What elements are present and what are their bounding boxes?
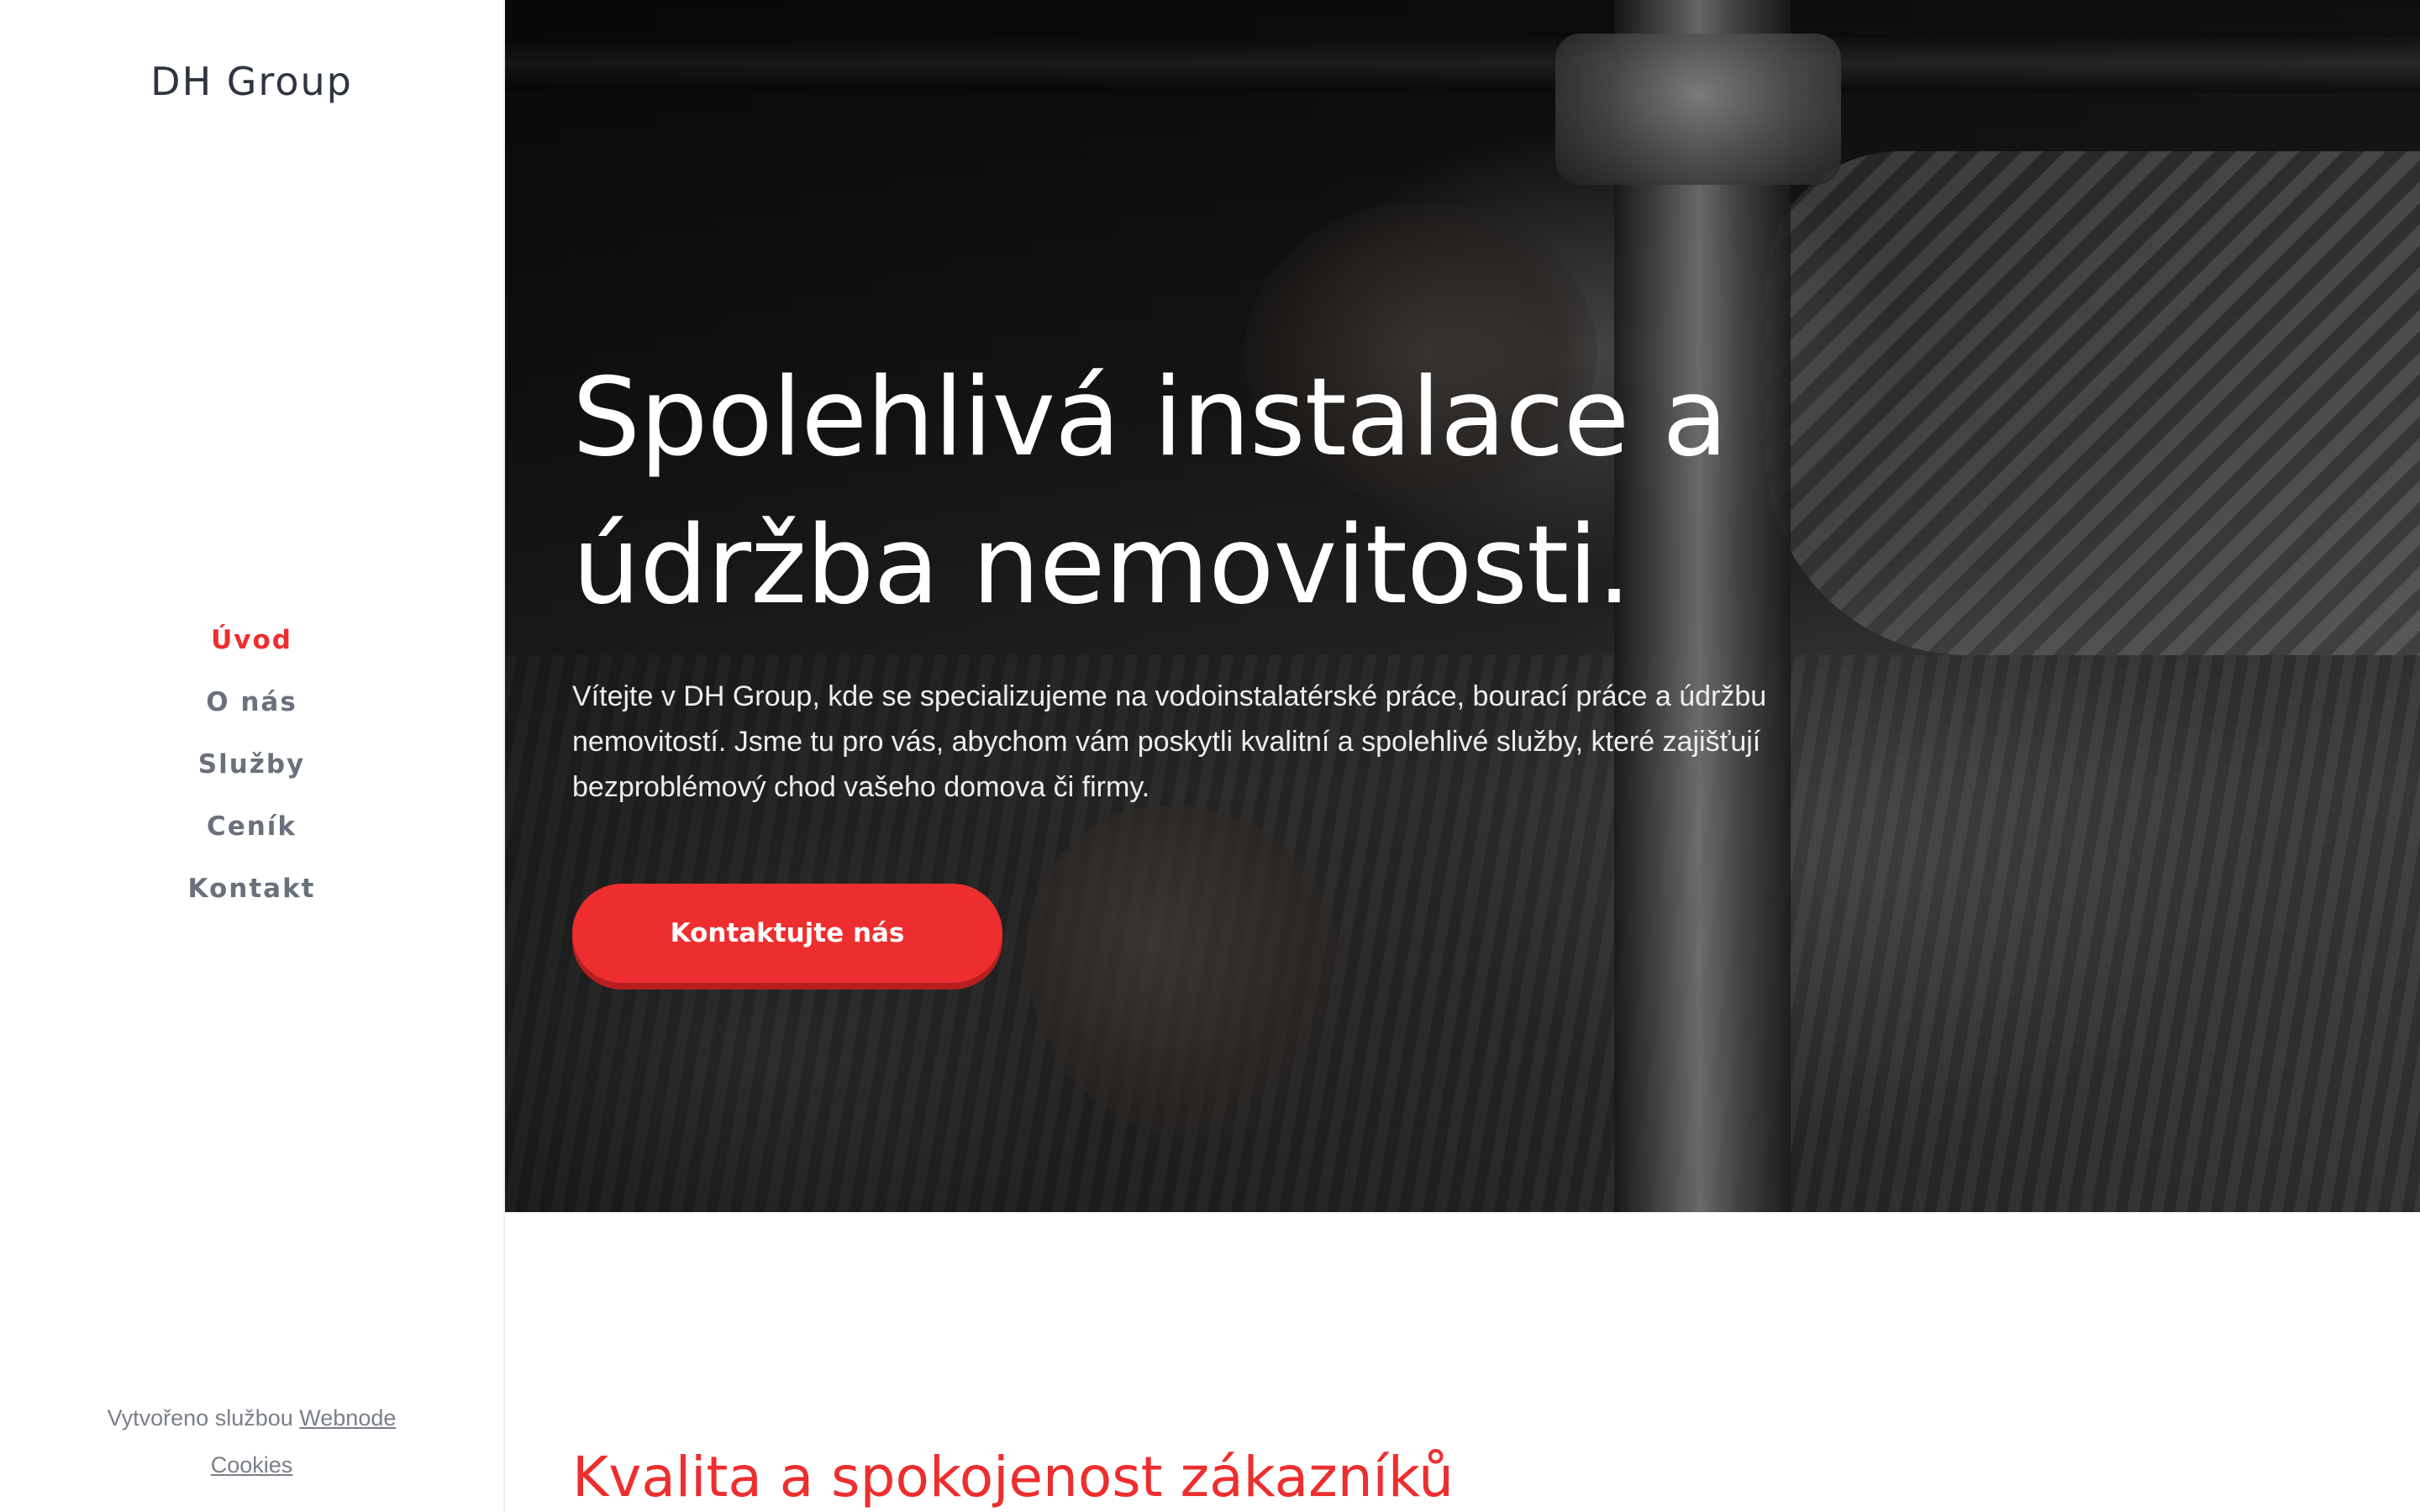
nav-item-cenik[interactable]: Ceník <box>0 801 503 864</box>
hero-title-line1: Spolehlivá instalace a <box>572 355 1728 480</box>
sidebar: DH Group Úvod O nás Služby Ceník Kontakt… <box>0 0 505 1512</box>
hero-title-line2: údržba nemovitosti. <box>572 503 1631 628</box>
created-by-text: Vytvořeno službou <box>107 1405 293 1431</box>
sidebar-footer: Vytvořeno službou Webnode Cookies <box>0 1394 503 1488</box>
created-by: Vytvořeno službou Webnode <box>0 1394 503 1441</box>
hero-description: Vítejte v DH Group, kde se specializujem… <box>572 680 1767 803</box>
hero-title: Spolehlivá instalace a údržba nemovitost… <box>572 344 2001 640</box>
nav-item-uvod[interactable]: Úvod <box>0 615 503 677</box>
site-logo[interactable]: DH Group <box>0 59 503 104</box>
nav-item-o-nas[interactable]: O nás <box>0 677 503 739</box>
cookies-link[interactable]: Cookies <box>211 1452 293 1478</box>
contact-us-button[interactable]: Kontaktujte nás <box>572 884 1002 983</box>
section-title: Kvalita a spokojenost zákazníků <box>572 1445 1454 1509</box>
nav-item-sluzby[interactable]: Služby <box>0 739 503 801</box>
hero-section: Spolehlivá instalace a údržba nemovitost… <box>505 0 2420 1212</box>
nav-item-kontakt[interactable]: Kontakt <box>0 864 503 926</box>
main-nav: Úvod O nás Služby Ceník Kontakt <box>0 615 503 926</box>
webnode-link[interactable]: Webnode <box>299 1405 396 1431</box>
